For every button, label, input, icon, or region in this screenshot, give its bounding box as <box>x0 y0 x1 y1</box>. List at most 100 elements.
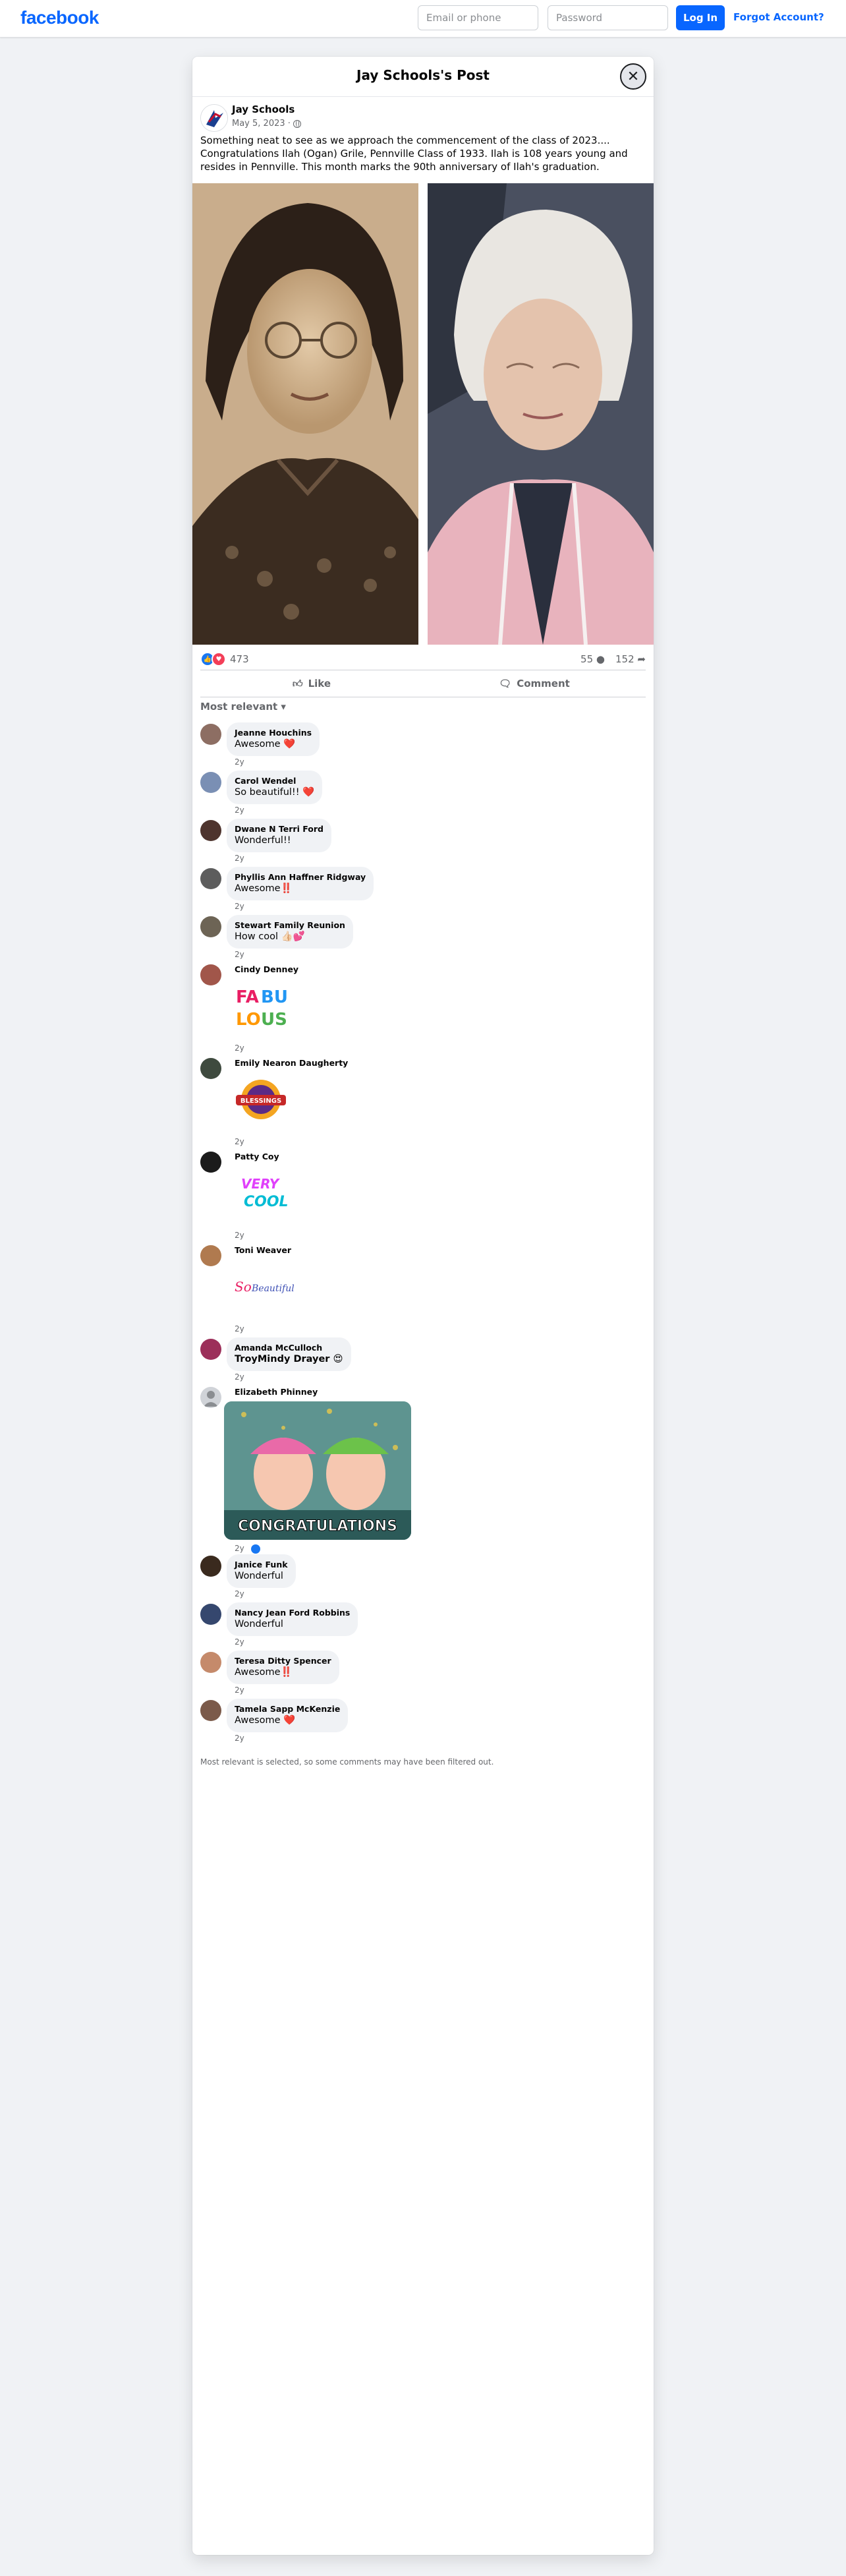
comment-text: Awesome ❤️ <box>235 1715 296 1726</box>
commenter-name[interactable]: Stewart Family Reunion <box>235 920 345 931</box>
author-avatar[interactable] <box>200 104 228 132</box>
comment-text: So beautiful!! ❤️ <box>235 787 315 798</box>
sticker[interactable]: BLESSINGS <box>235 1076 294 1123</box>
comment-bubble: Carol Wendel So beautiful!! ❤️ <box>227 771 323 804</box>
comment-time[interactable]: 2y <box>235 854 244 863</box>
comment-text: Awesome ❤️ <box>235 739 296 749</box>
comment-image[interactable]: CONGRATULATIONS <box>224 1401 411 1540</box>
svg-text:VERY: VERY <box>241 1176 281 1192</box>
facebook-logo[interactable]: facebook <box>20 7 99 28</box>
sticker[interactable]: VERY COOL <box>235 1170 294 1216</box>
sticker[interactable]: FA BU LO US <box>235 983 294 1030</box>
post-date[interactable]: May 5, 2023 · <box>232 119 291 129</box>
comment-label: Comment <box>517 678 570 689</box>
comment-time[interactable]: 2y <box>235 1544 260 1554</box>
commenter-name[interactable]: Elizabeth Phinney <box>235 1387 318 1397</box>
commenter-name[interactable]: Cindy Denney <box>235 964 298 975</box>
comment-time[interactable]: 2y <box>235 1372 244 1382</box>
comment: Stewart Family Reunion How cool 👍🏻💕 2y <box>200 915 646 963</box>
avatar[interactable] <box>200 1700 221 1721</box>
svg-text:LO: LO <box>236 1010 261 1030</box>
commenter-name[interactable]: Phyllis Ann Haffner Ridgway <box>235 872 366 883</box>
svg-text:So: So <box>235 1279 252 1295</box>
comment: Teresa Ditty Spencer Awesome‼️ 2y <box>200 1651 646 1699</box>
comment-time-label: 2y <box>235 1544 244 1553</box>
avatar[interactable] <box>200 1556 221 1577</box>
post-stats: 55 ● 152 ➦ <box>580 653 646 665</box>
avatar[interactable] <box>200 820 221 841</box>
commenter-name[interactable]: Patty Coy <box>235 1152 279 1162</box>
comment-time[interactable]: 2y <box>235 757 244 767</box>
avatar[interactable] <box>200 1245 221 1266</box>
author-name[interactable]: Jay Schools <box>232 103 295 115</box>
comment-time[interactable]: 2y <box>235 1734 244 1743</box>
comment-time[interactable]: 2y <box>235 1043 244 1053</box>
comment-button[interactable]: 🗨︎ Comment <box>423 670 646 697</box>
avatar[interactable] <box>200 772 221 793</box>
photo-elderly-woman[interactable] <box>428 183 654 645</box>
login-button[interactable]: Log In <box>676 5 725 30</box>
comment-time[interactable]: 2y <box>235 902 244 911</box>
commenter-name[interactable]: Nancy Jean Ford Robbins <box>235 1608 350 1618</box>
avatar[interactable] <box>200 964 221 985</box>
avatar[interactable] <box>200 724 221 745</box>
commenter-name[interactable]: Toni Weaver <box>235 1245 291 1256</box>
avatar[interactable] <box>200 916 221 937</box>
commenter-name[interactable]: Emily Nearon Daugherty <box>235 1058 348 1068</box>
comment-bubble: Janice Funk Wonderful <box>227 1554 296 1588</box>
comment-time[interactable]: 2y <box>235 805 244 815</box>
comment-icon: ● <box>596 653 605 665</box>
post-meta: May 5, 2023 · <box>232 119 301 129</box>
close-button[interactable]: ✕ <box>620 63 646 90</box>
comment: Cindy Denney FA BU LO US 2y <box>200 963 646 1057</box>
forgot-account-link[interactable]: Forgot Account? <box>733 11 824 23</box>
commenter-name[interactable]: Jeanne Houchins <box>235 728 312 738</box>
commenter-name[interactable]: Carol Wendel <box>235 776 314 786</box>
comment-time[interactable]: 2y <box>235 1685 244 1695</box>
svg-text:FA: FA <box>236 987 259 1007</box>
avatar[interactable] <box>200 1058 221 1079</box>
commenter-name[interactable]: Teresa Ditty Spencer <box>235 1656 331 1666</box>
avatar[interactable] <box>200 1152 221 1173</box>
comment: Janice Funk Wonderful 2y <box>200 1554 646 1602</box>
comment: Tamela Sapp McKenzie Awesome ❤️ 2y <box>200 1699 646 1747</box>
comment-bubble: Teresa Ditty Spencer Awesome‼️ <box>227 1651 339 1684</box>
share-count-group[interactable]: 152 ➦ <box>615 653 646 665</box>
email-input[interactable] <box>418 5 538 30</box>
comment-text: Wonderful <box>235 1619 283 1629</box>
reaction-count[interactable]: 473 <box>230 653 249 665</box>
close-icon: ✕ <box>627 68 640 85</box>
avatar[interactable] <box>200 868 221 889</box>
comment-filter-dropdown[interactable]: Most relevant ▾ <box>200 701 286 713</box>
comment-count-group[interactable]: 55 ● <box>580 653 605 665</box>
comment-time[interactable]: 2y <box>235 1637 244 1647</box>
globe-icon <box>293 119 301 128</box>
commenter-name[interactable]: Tamela Sapp McKenzie <box>235 1704 340 1714</box>
like-button[interactable]: 👍︎ Like <box>200 670 423 697</box>
comment-text[interactable]: TroyMindy Drayer 😍 <box>235 1353 343 1366</box>
avatar[interactable] <box>200 1339 221 1360</box>
comment-count: 55 <box>580 653 594 665</box>
commenter-name[interactable]: Amanda McCulloch <box>235 1343 343 1353</box>
post-photos <box>192 183 654 645</box>
comment: Jeanne Houchins Awesome ❤️ 2y <box>200 722 646 771</box>
commenter-name[interactable]: Dwane N Terri Ford <box>235 824 324 834</box>
comment-time[interactable]: 2y <box>235 950 244 959</box>
sticker[interactable]: So Beautiful <box>235 1264 295 1310</box>
comment-text: Awesome‼️ <box>235 883 293 894</box>
avatar[interactable] <box>200 1604 221 1625</box>
password-input[interactable] <box>548 5 668 30</box>
photo-young-woman[interactable] <box>192 183 418 645</box>
commenter-name[interactable]: Janice Funk <box>235 1560 288 1570</box>
svg-text:BU: BU <box>261 987 287 1007</box>
post-dialog: Jay Schools's Post ✕ Jay Schools May 5, … <box>192 57 654 2555</box>
comment-bubble: Phyllis Ann Haffner Ridgway Awesome‼️ <box>227 867 374 900</box>
avatar[interactable] <box>200 1387 221 1408</box>
comment-time[interactable]: 2y <box>235 1589 244 1598</box>
avatar[interactable] <box>200 1652 221 1673</box>
svg-text:Beautiful: Beautiful <box>251 1283 294 1294</box>
comment-time[interactable]: 2y <box>235 1137 244 1146</box>
comment-bubble: Dwane N Terri Ford Wonderful!! <box>227 819 331 852</box>
comment-time[interactable]: 2y <box>235 1324 244 1333</box>
comment-time[interactable]: 2y <box>235 1231 244 1240</box>
